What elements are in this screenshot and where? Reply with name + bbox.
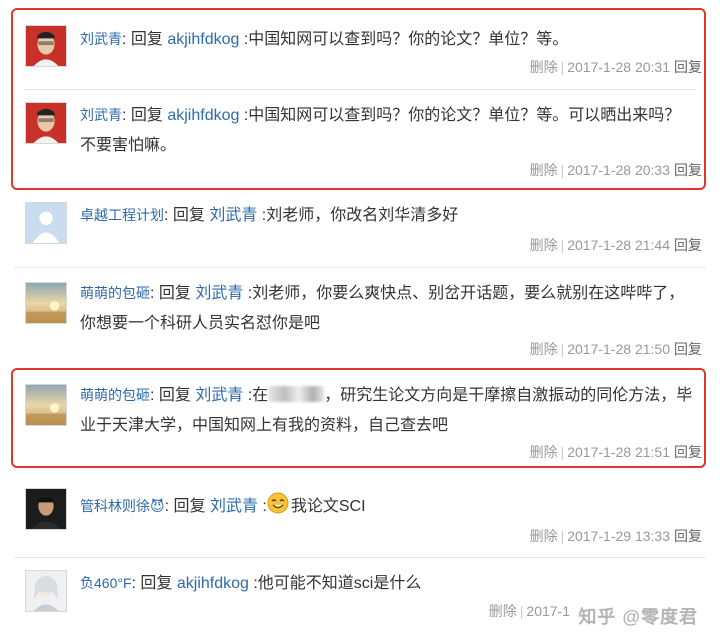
separator: |: [560, 444, 565, 460]
comment-time: 2017-1: [526, 603, 570, 619]
comment-username[interactable]: 刘武青: [80, 31, 122, 47]
comment-item: 萌萌的包砸: 回复 刘武青 :在 ，研究生论文方向是干摩擦自激振动的同伦方法，毕业…: [0, 370, 720, 468]
comment-body: 管科林则徐😈: 回复 刘武青 : 我论文SCI: [80, 491, 704, 522]
comment-body: 刘武青: 回复 akjihfdkog :中国知网可以查到吗？你的论文？单位？等。: [80, 24, 704, 55]
comment-body: 刘武青: 回复 akjihfdkog :中国知网可以查到吗？你的论文？单位？等。…: [80, 100, 690, 161]
comment-time: 2017-1-29 13:33: [567, 528, 670, 544]
reply-link[interactable]: 回复: [674, 528, 702, 544]
comment-body: 萌萌的包砸: 回复 刘武青 :在 ，研究生论文方向是干摩擦自激振动的同伦方法，毕业…: [80, 380, 695, 441]
comment-username[interactable]: 管科林则徐😈: [80, 498, 165, 514]
comment-item: 刘武青: 回复 akjihfdkog :中国知网可以查到吗？你的论文？单位？等。…: [0, 90, 720, 190]
avatar[interactable]: [25, 102, 67, 144]
reply-link[interactable]: 回复: [674, 341, 702, 357]
comment-meta: 删除 | 2017-1-28 20:33 回复: [530, 161, 702, 179]
comment-item: 卓越工程计划: 回复 刘武青 :刘老师，你改名刘华清多好 删除 | 2017-1-2…: [0, 192, 720, 264]
reply-prefix: : 回复: [150, 387, 196, 404]
delete-link[interactable]: 删除: [530, 162, 558, 178]
redacted-text: [268, 386, 325, 402]
comment-text: :中国知网可以查到吗？你的论文？单位？等。: [239, 31, 569, 48]
comment-time: 2017-1-28 21:51: [567, 444, 670, 460]
reply-target[interactable]: akjihfdkog: [177, 575, 249, 592]
reply-prefix: : 回复: [150, 285, 196, 302]
separator: |: [560, 59, 565, 75]
delete-link[interactable]: 删除: [530, 528, 558, 544]
separator: |: [560, 341, 565, 357]
comment-item: 萌萌的包砸: 回复 刘武青 :刘老师，你要么爽快点、别岔开话题，要么就别在这哔哔…: [0, 268, 720, 364]
comment-text-prefix: :: [257, 498, 267, 515]
comment-time: 2017-1-28 21:50: [567, 341, 670, 357]
reply-target[interactable]: 刘武青: [209, 207, 257, 224]
reply-prefix: : 回复: [164, 498, 210, 515]
comment-username[interactable]: 萌萌的包砸: [80, 387, 150, 403]
comment-body: 萌萌的包砸: 回复 刘武青 :刘老师，你要么爽快点、别岔开话题，要么就别在这哔哔…: [80, 278, 695, 339]
comment-time: 2017-1-28 21:44: [567, 237, 670, 253]
smiley-emoji-icon: [267, 492, 289, 514]
reply-link[interactable]: 回复: [674, 237, 702, 253]
zhihu-watermark: 知乎 @零度君: [578, 607, 698, 627]
reply-link[interactable]: 回复: [674, 162, 702, 178]
comment-meta: 删除 | 2017-1-28 21:44 回复: [530, 236, 702, 254]
comment-username[interactable]: 萌萌的包砸: [80, 285, 150, 301]
reply-target[interactable]: akjihfdkog: [167, 107, 239, 124]
comment-time: 2017-1-28 20:33: [567, 162, 670, 178]
reply-target[interactable]: 刘武青: [195, 285, 243, 302]
comment-body: 负460°F: 回复 akjihfdkog :他可能不知道sci是什么: [80, 568, 704, 599]
avatar[interactable]: [25, 570, 67, 612]
comment-meta: 删除 | 2017-1-28 21:50 回复: [530, 340, 702, 358]
comment-time: 2017-1-28 20:31: [567, 59, 670, 75]
delete-link[interactable]: 删除: [530, 444, 558, 460]
reply-target[interactable]: 刘武青: [210, 498, 258, 515]
comment-text: 我论文SCI: [290, 498, 366, 515]
avatar[interactable]: [25, 282, 67, 324]
reply-prefix: : 回复: [122, 107, 168, 124]
reply-prefix: : 回复: [131, 575, 177, 592]
comment-meta: 删除 | 2017-1-28 20:31 回复: [530, 58, 702, 76]
avatar[interactable]: [25, 25, 67, 67]
comment-username[interactable]: 卓越工程计划: [80, 207, 164, 223]
reply-link[interactable]: 回复: [674, 59, 702, 75]
delete-link[interactable]: 删除: [530, 341, 558, 357]
comment-body: 卓越工程计划: 回复 刘武青 :刘老师，你改名刘华清多好: [80, 200, 704, 231]
comment-username[interactable]: 负460°F: [80, 575, 132, 591]
delete-link[interactable]: 删除: [489, 603, 517, 619]
comment-item: 管科林则徐😈: 回复 刘武青 : 我论文SCI 删除 | 2017-1-29 13:3…: [0, 474, 720, 554]
reply-target[interactable]: 刘武青: [195, 387, 243, 404]
delete-link[interactable]: 删除: [530, 237, 558, 253]
separator: |: [560, 237, 565, 253]
reply-prefix: : 回复: [122, 31, 168, 48]
reply-link[interactable]: 回复: [674, 444, 702, 460]
reply-prefix: : 回复: [164, 207, 210, 224]
avatar[interactable]: [25, 384, 67, 426]
comment-text-prefix: :在: [243, 387, 269, 404]
comment-meta: 删除 | 2017-1-29 13:33 回复: [530, 527, 702, 545]
comment-meta: 删除 | 2017-1-28 21:51 回复: [530, 443, 702, 461]
reply-target[interactable]: akjihfdkog: [167, 31, 239, 48]
comment-text: :刘老师，你改名刘华清多好: [257, 207, 459, 224]
separator: |: [519, 603, 524, 619]
delete-link[interactable]: 删除: [530, 59, 558, 75]
avatar[interactable]: [25, 488, 67, 530]
comment-item: 刘武青: 回复 akjihfdkog :中国知网可以查到吗？你的论文？单位？等。…: [0, 0, 720, 90]
avatar[interactable]: [25, 202, 67, 244]
comment-username[interactable]: 刘武青: [80, 107, 122, 123]
separator: |: [560, 162, 565, 178]
comment-text: :他可能不知道sci是什么: [248, 575, 422, 592]
comment-meta: 删除 | 2017-1: [489, 602, 570, 620]
separator: |: [560, 528, 565, 544]
